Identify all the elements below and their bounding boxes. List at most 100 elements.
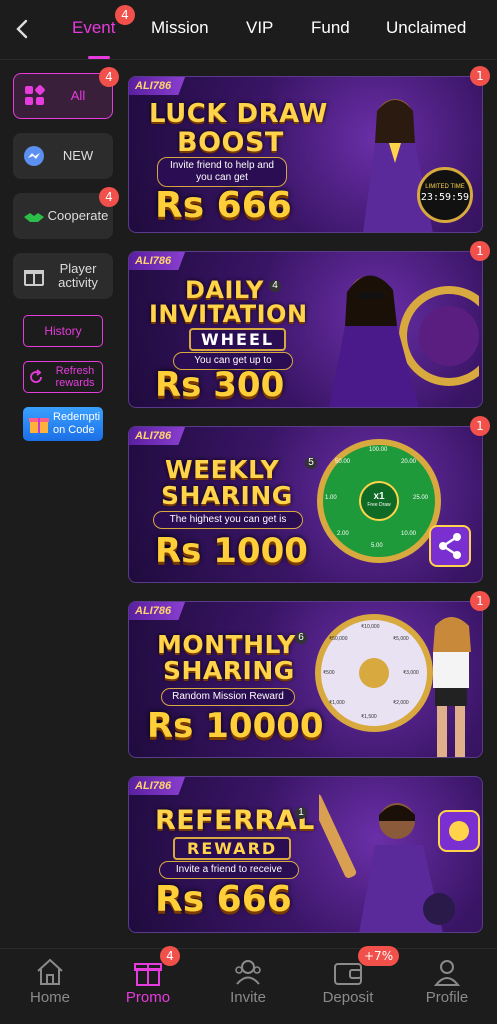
nav-home[interactable]: Home [10, 957, 90, 1006]
sidebar-item-label: All [70, 87, 86, 103]
banner-title-line1: WEEKLY [165, 455, 280, 484]
nav-promo[interactable]: Promo [108, 957, 188, 1006]
nav-profile-label: Profile [425, 989, 469, 1006]
gift-box-icon [29, 418, 49, 433]
top-nav: Event 4 Mission VIP Fund Unclaimed [0, 0, 497, 60]
nav-home-label: Home [29, 989, 70, 1006]
tab-unclaimed[interactable]: Unclaimed [386, 18, 466, 38]
banner-subtitle: Invite friend to help and you can get [157, 157, 287, 187]
messenger-icon [24, 146, 44, 166]
nav-invite[interactable]: Invite [208, 957, 288, 1006]
banner-luck-draw-boost[interactable]: ALI786 LUCK DRAW BOOST Invite friend to … [128, 76, 483, 233]
timer-label: LIMITED TIME [425, 184, 465, 190]
banner-badge: 1 [470, 241, 490, 261]
wheel-value: 10.00 [401, 531, 417, 537]
limited-time-timer: LIMITED TIME 23:59:59 [417, 167, 473, 223]
wheel-center-label: x1 [373, 491, 385, 502]
banner-number: 4 [269, 280, 281, 292]
timer-value: 23:59:59 [420, 192, 470, 203]
nav-promo-label: Promo [125, 989, 171, 1006]
cricketer-figure-icon [319, 793, 480, 932]
tab-fund[interactable]: Fund [311, 18, 350, 38]
nav-deposit-label: Deposit [322, 989, 374, 1006]
brand-logo: ALI786 [129, 777, 186, 795]
banner-amount: Rs 300 [155, 365, 285, 405]
profile-icon [433, 960, 461, 986]
banner-title-line2: INVITATION [149, 300, 308, 328]
redemption-code-button[interactable]: Redempti on Code [23, 407, 103, 441]
banner-number: 6 [295, 632, 307, 644]
wheel-value: ₹3,000 [403, 670, 419, 676]
banner-title-line2: BOOST [177, 127, 284, 158]
banner-badge: 1 [470, 66, 490, 86]
wheel-center [359, 658, 389, 688]
banner-monthly-sharing[interactable]: ALI786 MONTHLY 6 SHARING Random Mission … [128, 601, 483, 758]
banner-number: 5 [305, 457, 317, 469]
model-figure-icon [433, 617, 471, 757]
banner-amount: Rs 1000 [155, 531, 308, 571]
tab-event-badge: 4 [115, 5, 135, 25]
tab-event[interactable]: Event [72, 18, 115, 38]
wheel-value: ₹1,000 [329, 700, 345, 706]
nav-profile[interactable]: Profile [407, 957, 487, 1006]
banner-amount: Rs 10000 [147, 706, 324, 746]
sidebar-item-cooperate[interactable]: Cooperate [13, 193, 113, 239]
refresh-rewards-button[interactable]: Refresh rewards [23, 361, 103, 393]
back-arrow-icon[interactable] [10, 16, 36, 42]
brand-logo: ALI786 [129, 427, 186, 445]
banner-subtitle: Random Mission Reward [161, 688, 295, 706]
sidebar-item-label: Player activity [58, 260, 98, 290]
sidebar-item-label: NEW [62, 147, 94, 163]
brand-logo: ALI786 [129, 252, 186, 270]
wheel-center: x1 Free Draw [359, 481, 399, 521]
banner-badge: 1 [470, 591, 490, 611]
wheel-value: 1.00 [325, 495, 337, 501]
wheel-sub-label: Free Draw [367, 502, 391, 508]
sidebar-item-new[interactable]: NEW [13, 133, 113, 179]
nav-invite-label: Invite [230, 989, 266, 1006]
sidebar-item-label: Cooperate [47, 207, 109, 223]
banner-title-line1: LUCK DRAW [149, 99, 328, 129]
banner-subtitle: Invite a friend to receive [159, 861, 299, 879]
gift-icon [134, 963, 162, 986]
wheel-value: ₹5,000 [393, 636, 409, 642]
prize-wheel: ₹10,000 ₹5,000 ₹3,000 ₹2,000 ₹1,500 ₹1,0… [315, 614, 433, 732]
tab-mission[interactable]: Mission [151, 18, 209, 38]
wheel-value: 25.00 [413, 495, 429, 501]
refresh-icon [30, 369, 42, 383]
sidebar-item-player-activity[interactable]: Player activity [13, 253, 113, 299]
grid-icon [25, 85, 45, 105]
bottom-nav: Home Promo 4 Invite Deposit +7% Profile [0, 946, 497, 1024]
wheel-value: ₹500 [323, 670, 335, 676]
sidebar-all-badge: 4 [99, 67, 119, 87]
wheel-value: ₹50,000 [329, 636, 348, 642]
tab-underline [88, 56, 110, 59]
banner-subtitle: The highest you can get is [153, 511, 303, 529]
nav-promo-badge: 4 [160, 946, 180, 966]
wheel-value: 2.00 [337, 531, 349, 537]
woman-sunglasses-figure-icon [329, 275, 479, 407]
banner-title-line3: WHEEL [189, 328, 287, 351]
home-icon [37, 958, 63, 985]
wheel-value: 50.00 [335, 459, 351, 465]
prize-wheel: x1 Free Draw 100.00 20.00 25.00 10.00 5.… [317, 439, 441, 563]
gift-icon [24, 270, 44, 286]
invite-people-icon [235, 960, 261, 985]
banner-title-line2: SHARING [161, 481, 293, 510]
wheel-value: 20.00 [401, 459, 417, 465]
banner-title-line2: SHARING [163, 656, 295, 685]
banner-badge: 1 [470, 416, 490, 436]
banner-number: 1 [295, 807, 307, 819]
banner-weekly-sharing[interactable]: ALI786 WEEKLY 5 SHARING The highest you … [128, 426, 483, 583]
wheel-value: 100.00 [369, 447, 388, 453]
banner-title-line1: REFERRAL [155, 805, 315, 836]
banner-amount: Rs 666 [155, 879, 292, 920]
banner-daily-invitation-wheel[interactable]: ALI786 DAILY 4 INVITATION WHEEL You can … [128, 251, 483, 408]
tab-vip[interactable]: VIP [246, 18, 273, 38]
sidebar-item-all[interactable]: All [13, 73, 113, 119]
wheel-value: ₹10,000 [361, 624, 380, 630]
brand-logo: ALI786 [129, 77, 186, 95]
banner-title-line1: MONTHLY [157, 630, 296, 659]
history-button[interactable]: History [23, 315, 103, 347]
banner-referral-reward[interactable]: ALI786 REFERRAL 1 REWARD Invite a friend… [128, 776, 483, 933]
